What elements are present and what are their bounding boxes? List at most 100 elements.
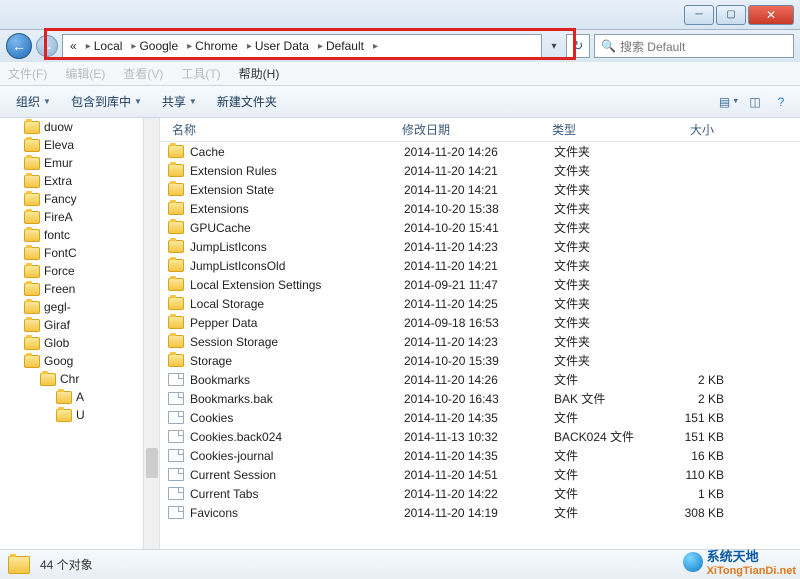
folder-icon (24, 247, 40, 260)
menu-item[interactable]: 工具(T) (181, 65, 220, 82)
tree-item[interactable]: gegl- (24, 298, 159, 316)
tree-item[interactable]: Fancy (24, 190, 159, 208)
breadcrumb-item[interactable]: ▸User Data (241, 39, 312, 53)
file-row[interactable]: Bookmarks2014-11-20 14:26文件2 KB (160, 370, 800, 389)
tree-item[interactable]: Glob (24, 334, 159, 352)
folder-icon (168, 335, 184, 348)
file-row[interactable]: Extensions2014-10-20 15:38文件夹 (160, 199, 800, 218)
breadcrumb-prefix: « (67, 39, 80, 53)
file-row[interactable]: Storage2014-10-20 15:39文件夹 (160, 351, 800, 370)
file-row[interactable]: Pepper Data2014-09-18 16:53文件夹 (160, 313, 800, 332)
file-row[interactable]: Cookies-journal2014-11-20 14:35文件16 KB (160, 446, 800, 465)
file-icon (168, 411, 184, 424)
file-row[interactable]: Cookies.back0242014-11-13 10:32BACK024 文… (160, 427, 800, 446)
close-button[interactable]: ✕ (748, 5, 794, 25)
menu-item[interactable]: 查看(V) (123, 65, 163, 82)
file-row[interactable]: Current Session2014-11-20 14:51文件110 KB (160, 465, 800, 484)
include-in-library-button[interactable]: 包含到库中▼ (63, 90, 150, 113)
maximize-button[interactable]: ▢ (716, 5, 746, 25)
file-row[interactable]: GPUCache2014-10-20 15:41文件夹 (160, 218, 800, 237)
back-button[interactable]: ← (6, 33, 32, 59)
tree-item[interactable]: FireA (24, 208, 159, 226)
file-row[interactable]: JumpListIcons2014-11-20 14:23文件夹 (160, 237, 800, 256)
tree-item[interactable]: Force (24, 262, 159, 280)
file-row[interactable]: Extension State2014-11-20 14:21文件夹 (160, 180, 800, 199)
watermark-url: XiTongTianDi.net (707, 565, 796, 577)
file-row[interactable]: Cache2014-11-20 14:26文件夹 (160, 142, 800, 161)
tree-item[interactable]: FontC (24, 244, 159, 262)
menu-item[interactable]: 编辑(E) (65, 65, 105, 82)
chevron-right-icon: ▸ (244, 41, 255, 52)
address-bar[interactable]: « ▸Local▸Google▸Chrome▸User Data▸Default… (62, 34, 542, 58)
folder-icon (168, 354, 184, 367)
tree-item[interactable]: Extra (24, 172, 159, 190)
preview-pane-button[interactable]: ◫ (744, 91, 766, 113)
tree-item[interactable]: Goog (24, 352, 159, 370)
file-icon (168, 430, 184, 443)
col-size[interactable]: 大小 (648, 121, 718, 138)
new-folder-button[interactable]: 新建文件夹 (209, 90, 285, 113)
breadcrumb-item[interactable]: ▸Local (80, 39, 126, 53)
tree-item[interactable]: fontc (24, 226, 159, 244)
tree-scroll-thumb[interactable] (146, 448, 158, 478)
status-count: 44 个对象 (40, 556, 93, 573)
menu-item[interactable]: 帮助(H) (239, 65, 280, 82)
menu-item[interactable]: 文件(F) (8, 65, 47, 82)
column-headers[interactable]: 名称 修改日期 类型 大小 (160, 118, 800, 142)
file-row[interactable]: Favicons2014-11-20 14:19文件308 KB (160, 503, 800, 522)
folder-icon (168, 221, 184, 234)
folder-icon (24, 139, 40, 152)
breadcrumb-item[interactable]: ▸Chrome (181, 39, 241, 53)
watermark-title: 系统天地 (707, 549, 759, 564)
folder-icon (24, 301, 40, 314)
folder-icon (24, 229, 40, 242)
folder-tree[interactable]: duowElevaEmurExtraFancyFireAfontcFontCFo… (0, 118, 160, 549)
share-button[interactable]: 共享▼ (154, 90, 205, 113)
tree-item[interactable]: duow (24, 118, 159, 136)
file-icon (168, 468, 184, 481)
help-button[interactable]: ? (770, 91, 792, 113)
folder-icon (56, 409, 72, 422)
organize-button[interactable]: 组织▼ (8, 90, 59, 113)
folder-icon (168, 202, 184, 215)
folder-icon (168, 316, 184, 329)
breadcrumb-tail: ▸ (367, 41, 384, 52)
file-icon (168, 392, 184, 405)
file-list[interactable]: Cache2014-11-20 14:26文件夹Extension Rules2… (160, 142, 800, 549)
folder-icon (24, 265, 40, 278)
tree-item[interactable]: Giraf (24, 316, 159, 334)
file-row[interactable]: Extension Rules2014-11-20 14:21文件夹 (160, 161, 800, 180)
tree-item[interactable]: Emur (24, 154, 159, 172)
file-row[interactable]: Current Tabs2014-11-20 14:22文件1 KB (160, 484, 800, 503)
tree-item[interactable]: Chr (24, 370, 159, 388)
tree-item[interactable]: U (24, 406, 159, 424)
address-dropdown[interactable]: ▾ (546, 41, 562, 52)
view-options-button[interactable]: ▤▼ (718, 91, 740, 113)
tree-scrollbar[interactable] (143, 118, 159, 549)
file-row[interactable]: Cookies2014-11-20 14:35文件151 KB (160, 408, 800, 427)
col-type[interactable]: 类型 (548, 121, 648, 138)
tree-item[interactable]: Eleva (24, 136, 159, 154)
col-date[interactable]: 修改日期 (398, 121, 548, 138)
folder-icon (24, 193, 40, 206)
tree-item[interactable]: Freen (24, 280, 159, 298)
breadcrumb-item[interactable]: ▸Google (125, 39, 181, 53)
file-row[interactable]: Bookmarks.bak2014-10-20 16:43BAK 文件2 KB (160, 389, 800, 408)
file-row[interactable]: Session Storage2014-11-20 14:23文件夹 (160, 332, 800, 351)
folder-icon (24, 283, 40, 296)
minimize-button[interactable]: ─ (684, 5, 714, 25)
breadcrumb-item[interactable]: ▸Default (312, 39, 367, 53)
col-name[interactable]: 名称 (168, 121, 398, 138)
tree-item[interactable]: A (24, 388, 159, 406)
folder-icon (168, 259, 184, 272)
search-input[interactable]: 🔍 搜索 Default (594, 34, 794, 58)
file-row[interactable]: Local Extension Settings2014-09-21 11:47… (160, 275, 800, 294)
file-row[interactable]: JumpListIconsOld2014-11-20 14:21文件夹 (160, 256, 800, 275)
file-row[interactable]: Local Storage2014-11-20 14:25文件夹 (160, 294, 800, 313)
folder-icon (40, 373, 56, 386)
chevron-right-icon: ▸ (370, 41, 381, 52)
folder-icon (24, 355, 40, 368)
forward-button[interactable]: → (36, 35, 58, 57)
refresh-button[interactable]: ↻ (566, 34, 590, 58)
folder-icon (24, 175, 40, 188)
